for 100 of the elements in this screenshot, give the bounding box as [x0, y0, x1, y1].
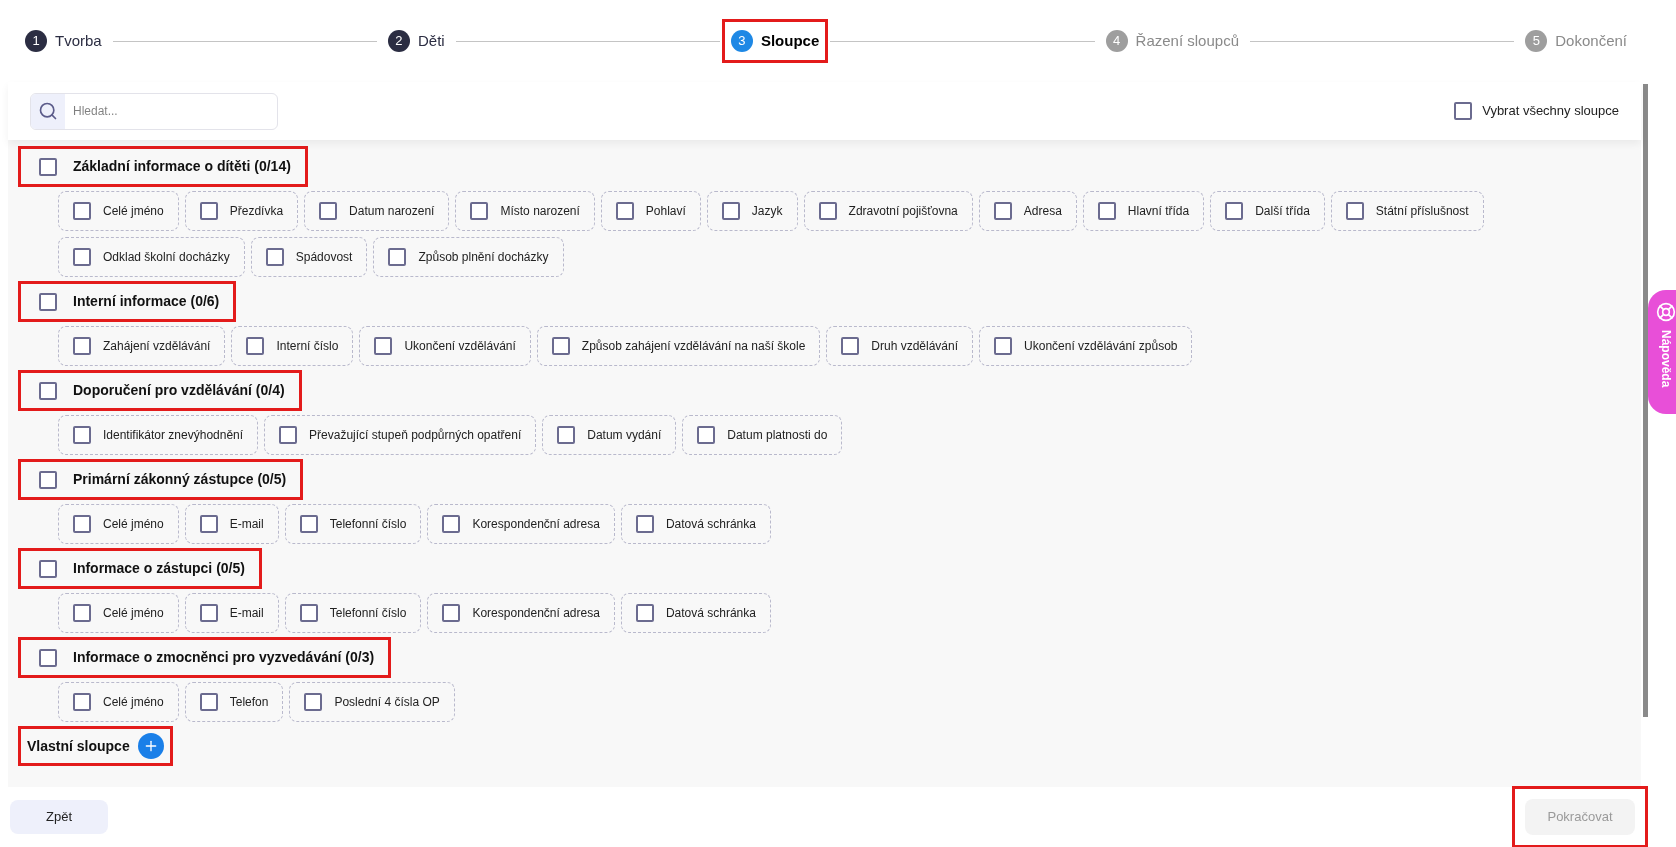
checkbox[interactable]	[374, 337, 393, 355]
column-option[interactable]: Převažující stupeň podpůrných opatření	[264, 415, 537, 455]
search-field[interactable]: Hledat...	[30, 92, 278, 130]
checkbox[interactable]	[39, 157, 57, 176]
column-option[interactable]: Další třída	[1210, 191, 1325, 231]
column-option[interactable]: Celé jméno	[58, 191, 179, 231]
checkbox[interactable]	[299, 604, 318, 622]
checkbox[interactable]	[39, 559, 57, 578]
column-option[interactable]: Hlavní třída	[1082, 191, 1205, 231]
step[interactable]: 4 Řazení sloupců	[1096, 18, 1248, 64]
checkbox[interactable]	[73, 693, 91, 711]
column-option[interactable]: Jazyk	[706, 191, 798, 231]
column-option[interactable]: Celé jméno	[58, 504, 179, 544]
step-number: 4	[1105, 30, 1128, 52]
column-option[interactable]: Zdravotní pojišťovna	[803, 191, 973, 231]
column-option[interactable]: Telefon	[184, 682, 284, 722]
column-option[interactable]: Korespondenční adresa	[427, 593, 615, 633]
column-option[interactable]: E-mail	[184, 593, 279, 633]
checkbox[interactable]	[73, 202, 91, 220]
checkbox[interactable]	[199, 604, 218, 622]
column-option[interactable]: Datová schránka	[620, 593, 771, 633]
column-option[interactable]: Adresa	[978, 191, 1077, 231]
checkbox[interactable]	[470, 202, 489, 220]
column-option[interactable]: Zahájení vzdělávání	[58, 326, 226, 366]
checkbox[interactable]	[199, 693, 218, 711]
checkbox[interactable]	[73, 426, 91, 444]
checkbox[interactable]	[388, 248, 407, 266]
checkbox[interactable]	[557, 426, 576, 444]
section-title: Interní informace (0/6)	[73, 292, 220, 311]
step-label: Děti	[417, 30, 445, 51]
step[interactable]: 3 Sloupce	[721, 18, 829, 64]
checkbox[interactable]	[73, 515, 91, 533]
column-option[interactable]: Identifikátor znevýhodnění	[58, 415, 259, 455]
column-option[interactable]: Přezdívka	[184, 191, 299, 231]
column-option[interactable]: Ukončení vzdělávání způsob	[979, 326, 1193, 366]
column-option[interactable]: Způsob plnění docházky	[373, 237, 564, 277]
column-option[interactable]: Interní číslo	[231, 326, 354, 366]
checkbox[interactable]	[299, 515, 318, 533]
checkbox[interactable]	[818, 202, 837, 220]
checkbox[interactable]	[551, 337, 570, 355]
checkbox[interactable]	[73, 337, 91, 355]
scrollbar[interactable]	[1643, 84, 1648, 717]
column-option[interactable]: Korespondenční adresa	[427, 504, 615, 544]
column-option[interactable]: Datum narození	[304, 191, 450, 231]
step[interactable]: 5 Dokončení	[1516, 18, 1636, 64]
section-title: Doporučení pro vzdělávání (0/4)	[73, 381, 285, 400]
step-label: Řazení sloupců	[1135, 30, 1239, 51]
column-option[interactable]: Datum platnosti do	[682, 415, 843, 455]
checkbox[interactable]	[73, 604, 91, 622]
checkbox[interactable]	[442, 604, 461, 622]
checkbox[interactable]	[1345, 202, 1364, 220]
column-option[interactable]: Odklad školní docházky	[58, 237, 245, 277]
checkbox[interactable]	[279, 426, 298, 444]
add-button[interactable]	[137, 733, 164, 759]
step[interactable]: 2 Děti	[378, 18, 454, 64]
checkbox[interactable]	[39, 381, 57, 400]
checkbox[interactable]	[635, 515, 654, 533]
checkbox[interactable]	[199, 515, 218, 533]
checkbox[interactable]	[265, 248, 284, 266]
checkbox[interactable]	[993, 202, 1012, 220]
column-option[interactable]: Spádovost	[250, 237, 368, 277]
step[interactable]: 1 Tvorba	[16, 18, 111, 64]
column-option[interactable]: Ukončení vzdělávání	[359, 326, 531, 366]
checkbox[interactable]	[1225, 202, 1244, 220]
column-option[interactable]: Způsob zahájení vzdělávání na naší škole	[536, 326, 821, 366]
step-number: 1	[25, 30, 47, 52]
checkbox[interactable]	[246, 337, 265, 355]
column-option[interactable]: Celé jméno	[58, 682, 179, 722]
checkbox[interactable]	[721, 202, 740, 220]
column-option[interactable]: Telefonní číslo	[284, 504, 422, 544]
checkbox[interactable]	[841, 337, 860, 355]
column-option[interactable]: Poslední 4 čísla OP	[289, 682, 455, 722]
checkbox[interactable]	[39, 470, 57, 489]
section-title: Informace o zmocněnci pro vyzvedávání (0/3)	[73, 648, 375, 667]
back-button[interactable]: Zpět	[10, 800, 108, 834]
column-option[interactable]: Státní příslušnost	[1330, 191, 1484, 231]
checkbox[interactable]	[304, 693, 323, 711]
column-option[interactable]: Místo narození	[455, 191, 595, 231]
column-option[interactable]: Druh vzdělávání	[826, 326, 974, 366]
column-option[interactable]: Celé jméno	[58, 593, 179, 633]
column-option[interactable]: E-mail	[184, 504, 279, 544]
search-icon	[38, 101, 58, 121]
checkbox[interactable]	[199, 202, 218, 220]
checkbox[interactable]	[442, 515, 461, 533]
column-option[interactable]: Datum vydání	[542, 415, 677, 455]
checkbox[interactable]	[1097, 202, 1116, 220]
checkbox[interactable]	[635, 604, 654, 622]
checkbox[interactable]	[39, 648, 57, 667]
checkbox[interactable]	[615, 202, 634, 220]
checkbox[interactable]	[319, 202, 338, 220]
checkbox[interactable]	[697, 426, 716, 444]
select-all-label: Vybrat všechny sloupce	[1482, 102, 1619, 121]
search-input[interactable]: Hledat...	[65, 102, 277, 120]
checkbox[interactable]	[39, 292, 57, 311]
checkbox[interactable]	[73, 248, 91, 266]
checkbox[interactable]	[1454, 102, 1473, 120]
checkbox[interactable]	[994, 337, 1013, 355]
column-option[interactable]: Telefonní číslo	[284, 593, 422, 633]
column-option[interactable]: Datová schránka	[620, 504, 771, 544]
column-option[interactable]: Pohlaví	[600, 191, 701, 231]
